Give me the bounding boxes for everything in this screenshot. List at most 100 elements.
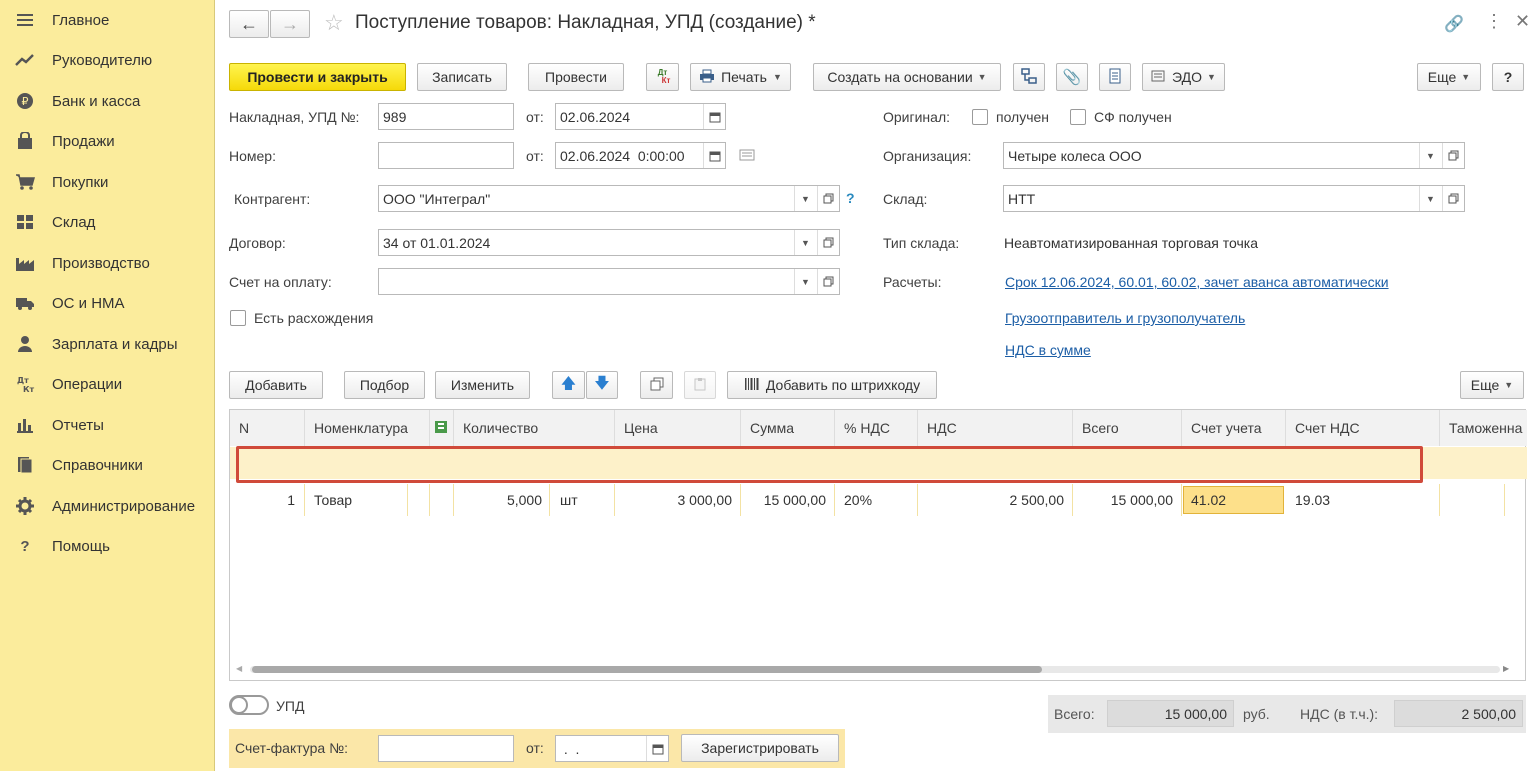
sidebar-item-main[interactable]: Главное: [0, 0, 214, 40]
column-header-sum[interactable]: Сумма: [741, 410, 835, 446]
scroll-left-icon[interactable]: ◀: [236, 664, 242, 673]
open-icon[interactable]: [1442, 143, 1464, 168]
column-header-quantity[interactable]: Количество: [454, 410, 615, 446]
column-header-icon[interactable]: [430, 410, 454, 446]
chevron-down-icon[interactable]: ▼: [1419, 186, 1441, 211]
sidebar-item-reports[interactable]: Отчеты: [0, 405, 214, 445]
sidebar-item-manager[interactable]: Руководителю: [0, 40, 214, 80]
cell-total[interactable]: 15 000,00: [1073, 484, 1182, 516]
contract-select[interactable]: 34 от 01.01.2024 ▼: [378, 229, 840, 256]
pick-button[interactable]: Подбор: [344, 371, 425, 399]
more-vert-icon[interactable]: ⋮: [1485, 11, 1503, 32]
close-icon[interactable]: ✕: [1515, 11, 1530, 32]
create-based-on-button[interactable]: Создать на основании ▼: [813, 63, 1001, 91]
comment-icon[interactable]: [739, 148, 755, 164]
more-button[interactable]: Еще ▼: [1417, 63, 1481, 91]
number-datetime-input[interactable]: 02.06.2024 0:00:00: [555, 142, 726, 169]
open-icon[interactable]: [1442, 186, 1464, 211]
forward-button[interactable]: →: [270, 10, 310, 38]
cell-characteristic[interactable]: [430, 484, 454, 516]
cell-account[interactable]: 41.02: [1183, 486, 1284, 514]
sidebar-item-purchases[interactable]: Покупки: [0, 162, 214, 202]
print-button[interactable]: Печать ▼: [690, 63, 791, 91]
back-button[interactable]: ←: [229, 10, 269, 38]
organization-select[interactable]: Четыре колеса ООО ▼: [1003, 142, 1465, 169]
column-header-item[interactable]: Номенклатура: [305, 410, 430, 446]
paste-button[interactable]: [684, 371, 716, 399]
move-up-button[interactable]: 🡅: [552, 371, 585, 399]
cell-item[interactable]: Товар: [305, 484, 408, 516]
cell-vat-rate[interactable]: 20%: [835, 484, 918, 516]
settlements-link[interactable]: Срок 12.06.2024, 60.01, 60.02, зачет ава…: [1005, 274, 1389, 290]
column-header-total[interactable]: Всего: [1073, 410, 1182, 446]
shipper-consignee-link[interactable]: Грузоотправитель и грузополучатель: [1005, 310, 1245, 326]
chevron-down-icon[interactable]: ▼: [794, 269, 816, 294]
payment-invoice-select[interactable]: ▼: [378, 268, 840, 295]
sf-received-checkbox[interactable]: [1070, 109, 1086, 125]
copy-button[interactable]: [640, 371, 673, 399]
link-icon[interactable]: 🔗: [1444, 14, 1464, 34]
open-icon[interactable]: [817, 230, 839, 255]
cell-customs[interactable]: [1440, 484, 1505, 516]
horizontal-scrollbar[interactable]: [250, 666, 1500, 673]
register-button[interactable]: Зарегистрировать: [681, 734, 839, 762]
sidebar-item-references[interactable]: Справочники: [0, 445, 214, 485]
upd-toggle[interactable]: [229, 695, 269, 715]
edo-button[interactable]: ЭДО ▼: [1142, 63, 1225, 91]
discrepancy-checkbox[interactable]: [230, 310, 246, 326]
scrollbar-thumb[interactable]: [252, 666, 1042, 673]
column-header-customs[interactable]: Таможенна: [1440, 410, 1527, 446]
sidebar-item-admin[interactable]: Администрирование: [0, 486, 214, 526]
sidebar-item-assets[interactable]: ОС и НМА: [0, 283, 214, 323]
sidebar-item-help[interactable]: ? Помощь: [0, 526, 214, 566]
calendar-icon[interactable]: [646, 736, 668, 761]
cell-price[interactable]: 3 000,00: [615, 484, 741, 516]
save-button[interactable]: Записать: [417, 63, 507, 91]
post-and-close-button[interactable]: Провести и закрыть: [229, 63, 406, 91]
cell-quantity[interactable]: 5,000: [454, 484, 550, 516]
attachment-button[interactable]: 📎: [1056, 63, 1088, 91]
open-icon[interactable]: [817, 186, 839, 211]
table-row[interactable]: 1 Товар 5,000 шт 3 000,00 15 000,00 20% …: [230, 447, 1527, 516]
calendar-icon[interactable]: [703, 104, 725, 129]
original-received-checkbox[interactable]: [972, 109, 988, 125]
cell-vat[interactable]: 2 500,00: [918, 484, 1073, 516]
column-header-vat-account[interactable]: Счет НДС: [1286, 410, 1440, 446]
column-header-n[interactable]: N: [230, 410, 305, 446]
cell-unit[interactable]: шт: [550, 484, 615, 516]
counterparty-select[interactable]: ООО "Интеграл" ▼: [378, 185, 840, 212]
number-input[interactable]: [378, 142, 514, 169]
open-icon[interactable]: [817, 269, 839, 294]
vat-in-amount-link[interactable]: НДС в сумме: [1005, 342, 1091, 358]
column-header-account[interactable]: Счет учета: [1182, 410, 1286, 446]
cell-sum[interactable]: 15 000,00: [741, 484, 835, 516]
add-row-button[interactable]: Добавить: [229, 371, 323, 399]
chevron-down-icon[interactable]: ▼: [794, 186, 816, 211]
invoice-sf-input[interactable]: [378, 735, 514, 762]
column-header-price[interactable]: Цена: [615, 410, 741, 446]
sidebar-item-production[interactable]: Производство: [0, 243, 214, 283]
scroll-right-icon[interactable]: ▶: [1503, 664, 1509, 673]
structure-button[interactable]: [1013, 63, 1045, 91]
invoice-date-input[interactable]: 02.06.2024: [555, 103, 726, 130]
document-list-button[interactable]: [1099, 63, 1131, 91]
invoice-sf-date-input[interactable]: . .: [555, 735, 669, 762]
move-down-button[interactable]: 🡇: [586, 371, 618, 399]
edit-button[interactable]: Изменить: [435, 371, 530, 399]
star-icon[interactable]: ☆: [324, 10, 344, 36]
table-more-button[interactable]: Еще ▼: [1460, 371, 1524, 399]
warehouse-select[interactable]: НТТ ▼: [1003, 185, 1465, 212]
counterparty-help-icon[interactable]: ?: [846, 190, 855, 206]
sidebar-item-warehouse[interactable]: Склад: [0, 202, 214, 242]
add-by-barcode-button[interactable]: Добавить по штрихкоду: [727, 371, 937, 399]
column-header-vat-rate[interactable]: % НДС: [835, 410, 918, 446]
chevron-down-icon[interactable]: ▼: [1419, 143, 1441, 168]
sidebar-item-operations[interactable]: Дт Кт Операции: [0, 364, 214, 404]
sidebar-item-salary[interactable]: Зарплата и кадры: [0, 324, 214, 364]
column-header-vat[interactable]: НДС: [918, 410, 1073, 446]
sidebar-item-bank[interactable]: ₽ Банк и касса: [0, 81, 214, 121]
cell-vat-account[interactable]: 19.03: [1286, 484, 1440, 516]
help-button[interactable]: ?: [1492, 63, 1524, 91]
chevron-down-icon[interactable]: ▼: [794, 230, 816, 255]
sidebar-item-sales[interactable]: Продажи: [0, 121, 214, 161]
